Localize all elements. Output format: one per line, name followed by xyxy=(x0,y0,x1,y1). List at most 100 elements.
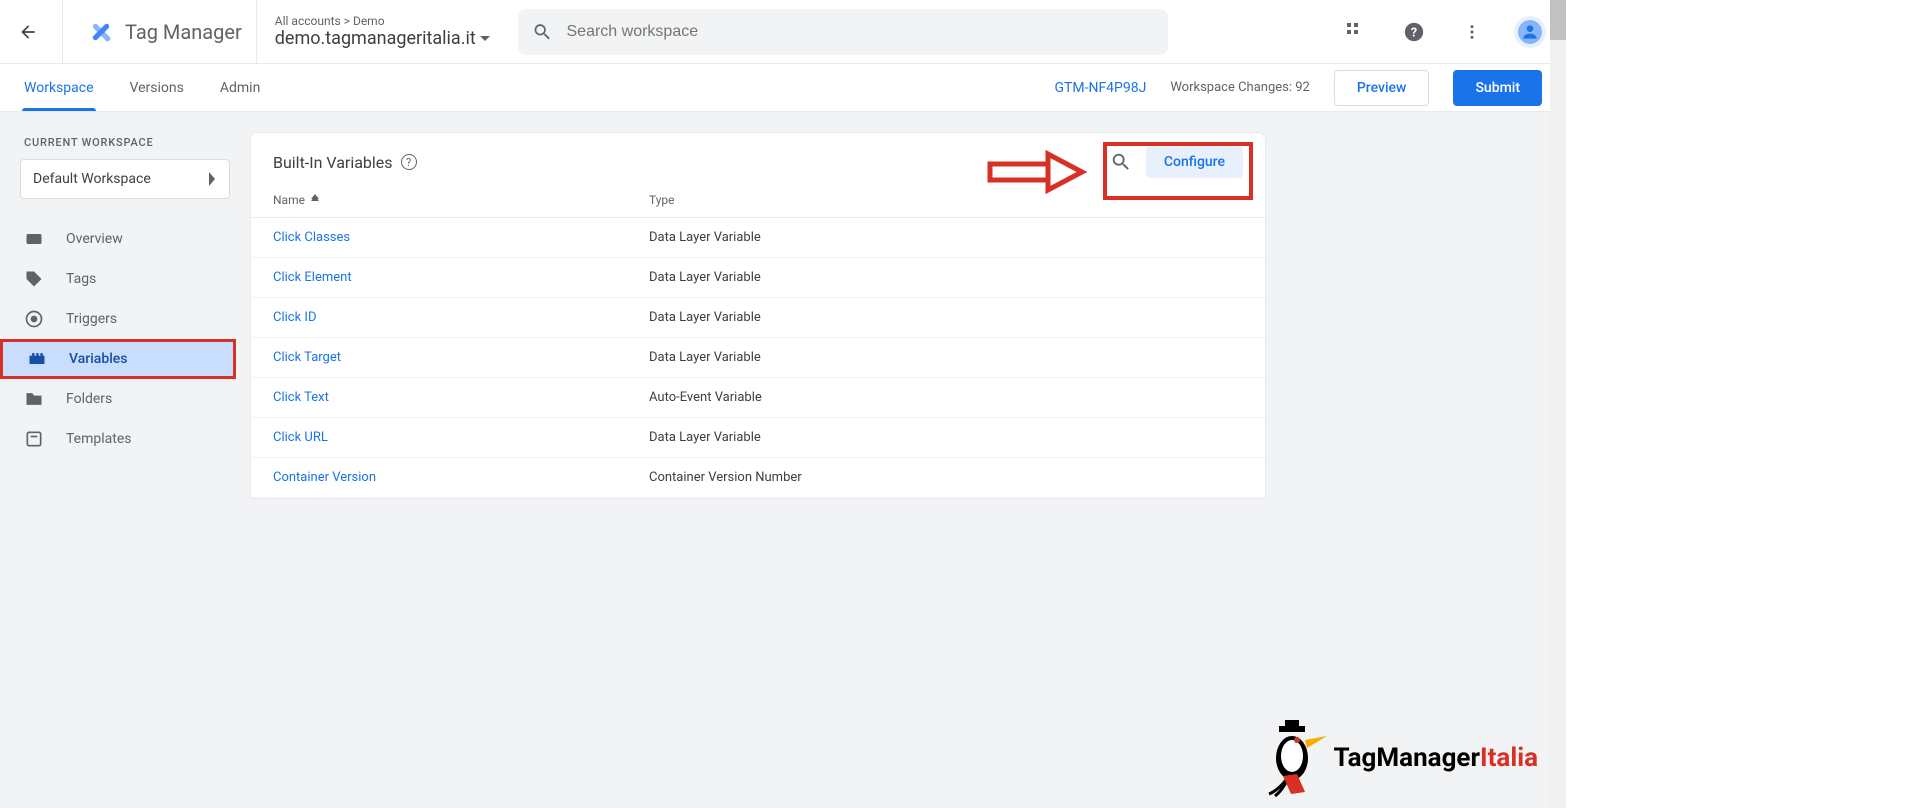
sidebar-nav: Overview Tags Triggers Variables Folders xyxy=(0,219,250,459)
sidebar-item-label: Variables xyxy=(69,351,127,367)
scrollbar[interactable] xyxy=(1550,0,1566,808)
divider xyxy=(62,0,63,64)
table-row[interactable]: Container Version Container Version Numbe… xyxy=(251,458,1265,498)
product-logo[interactable]: Tag Manager xyxy=(87,18,242,46)
help-icon: ? xyxy=(1403,21,1425,43)
variable-name-link[interactable]: Click ID xyxy=(273,310,316,325)
gtm-icon xyxy=(87,18,115,46)
workspace-name: Default Workspace xyxy=(33,171,151,187)
avatar-icon xyxy=(1520,22,1540,42)
nav-tabs: Workspace Versions Admin xyxy=(24,64,260,111)
apps-button[interactable] xyxy=(1336,12,1376,52)
sort-asc-icon xyxy=(309,194,321,206)
tag-icon xyxy=(24,269,44,289)
variable-name-link[interactable]: Click Text xyxy=(273,390,329,405)
variable-type: Data Layer Variable xyxy=(649,230,1243,245)
container-id[interactable]: GTM-NF4P98J xyxy=(1054,80,1146,96)
container-selector[interactable]: All accounts > Demo demo.tagmanageritali… xyxy=(275,14,490,49)
chevron-right-icon xyxy=(207,172,217,186)
variable-type: Data Layer Variable xyxy=(649,350,1243,365)
sidebar-item-label: Tags xyxy=(66,271,96,287)
woodpecker-icon xyxy=(1257,718,1327,798)
trigger-icon xyxy=(24,309,44,329)
search-box[interactable] xyxy=(518,9,1168,55)
search-icon xyxy=(532,21,553,43)
variable-type: Container Version Number xyxy=(649,470,1243,485)
table-row[interactable]: Click Classes Data Layer Variable xyxy=(251,218,1265,258)
template-icon xyxy=(24,429,44,449)
apps-icon xyxy=(1347,23,1365,41)
sidebar-item-tags[interactable]: Tags xyxy=(0,259,236,299)
watermark: TagManagerItalia xyxy=(1257,718,1538,798)
table-row[interactable]: Click URL Data Layer Variable xyxy=(251,418,1265,458)
table-row[interactable]: Click Element Data Layer Variable xyxy=(251,258,1265,298)
dashboard-icon xyxy=(24,229,44,249)
workspace-changes: Workspace Changes: 92 xyxy=(1170,80,1310,95)
table-row[interactable]: Click ID Data Layer Variable xyxy=(251,298,1265,338)
workspace-selector[interactable]: Default Workspace xyxy=(20,159,230,199)
table-row[interactable]: Click Text Auto-Event Variable xyxy=(251,378,1265,418)
variable-type: Data Layer Variable xyxy=(649,270,1243,285)
variable-name-link[interactable]: Click Classes xyxy=(273,230,350,245)
card-title: Built-In Variables xyxy=(273,153,393,172)
table-row[interactable]: Click Target Data Layer Variable xyxy=(251,338,1265,378)
workspace-section-label: CURRENT WORKSPACE xyxy=(0,130,250,159)
arrow-left-icon xyxy=(18,22,38,42)
folder-icon xyxy=(24,389,44,409)
top-bar-right: ? xyxy=(1336,12,1550,52)
help-icon[interactable]: ? xyxy=(401,154,417,170)
tab-admin[interactable]: Admin xyxy=(220,64,260,111)
nav-right: GTM-NF4P98J Workspace Changes: 92 Previe… xyxy=(1054,64,1542,111)
variable-type: Auto-Event Variable xyxy=(649,390,1243,405)
divider xyxy=(256,0,257,64)
container-name: demo.tagmanageritalia.it xyxy=(275,28,476,49)
card-actions: Configure xyxy=(1110,151,1243,173)
variable-name-link[interactable]: Click Target xyxy=(273,350,341,365)
help-button[interactable]: ? xyxy=(1394,12,1434,52)
sidebar-item-folders[interactable]: Folders xyxy=(0,379,236,419)
search-icon[interactable] xyxy=(1110,151,1132,173)
more-vert-icon xyxy=(1463,23,1481,41)
sidebar-item-variables[interactable]: Variables xyxy=(0,339,236,379)
scrollbar-thumb[interactable] xyxy=(1550,0,1566,40)
variable-name-link[interactable]: Click Element xyxy=(273,270,352,285)
variable-type: Data Layer Variable xyxy=(649,310,1243,325)
table-header: Name Type xyxy=(251,183,1265,218)
secondary-nav: Workspace Versions Admin GTM-NF4P98J Wor… xyxy=(0,64,1566,112)
variable-icon xyxy=(27,349,47,369)
column-type-header[interactable]: Type xyxy=(649,193,1243,207)
variable-name-link[interactable]: Container Version xyxy=(273,470,376,485)
breadcrumb: All accounts > Demo xyxy=(275,14,490,28)
product-title: Tag Manager xyxy=(125,20,242,44)
body: CURRENT WORKSPACE Default Workspace Over… xyxy=(0,112,1566,808)
configure-button[interactable]: Configure xyxy=(1146,146,1243,178)
tab-workspace[interactable]: Workspace xyxy=(24,64,94,111)
top-bar: Tag Manager All accounts > Demo demo.tag… xyxy=(0,0,1566,64)
variable-type: Data Layer Variable xyxy=(649,430,1243,445)
main-content: Built-In Variables ? Configure xyxy=(250,112,1566,808)
built-in-variables-card: Built-In Variables ? Configure xyxy=(250,132,1266,499)
variable-name-link[interactable]: Click URL xyxy=(273,430,328,445)
preview-button[interactable]: Preview xyxy=(1334,70,1430,106)
tab-versions[interactable]: Versions xyxy=(130,64,184,111)
sidebar-item-overview[interactable]: Overview xyxy=(0,219,236,259)
sidebar-item-label: Triggers xyxy=(66,311,117,327)
search-input[interactable] xyxy=(567,23,1154,41)
back-button[interactable] xyxy=(8,12,48,52)
card-header: Built-In Variables ? Configure xyxy=(251,133,1265,183)
watermark-text: TagManagerItalia xyxy=(1333,743,1538,773)
svg-text:?: ? xyxy=(1411,25,1417,40)
sidebar-item-label: Overview xyxy=(66,231,123,247)
sidebar-item-label: Folders xyxy=(66,391,112,407)
caret-down-icon xyxy=(480,34,490,44)
more-button[interactable] xyxy=(1452,12,1492,52)
table-body: Click ClassesData Layer VariableClick El… xyxy=(251,218,1265,498)
annotation-arrow-icon xyxy=(982,148,1092,196)
account-button[interactable] xyxy=(1510,12,1550,52)
submit-button[interactable]: Submit xyxy=(1453,70,1542,106)
sidebar-item-templates[interactable]: Templates xyxy=(0,419,236,459)
column-name-header[interactable]: Name xyxy=(273,193,649,207)
sidebar: CURRENT WORKSPACE Default Workspace Over… xyxy=(0,112,250,808)
sidebar-item-triggers[interactable]: Triggers xyxy=(0,299,236,339)
sidebar-item-label: Templates xyxy=(66,431,132,447)
